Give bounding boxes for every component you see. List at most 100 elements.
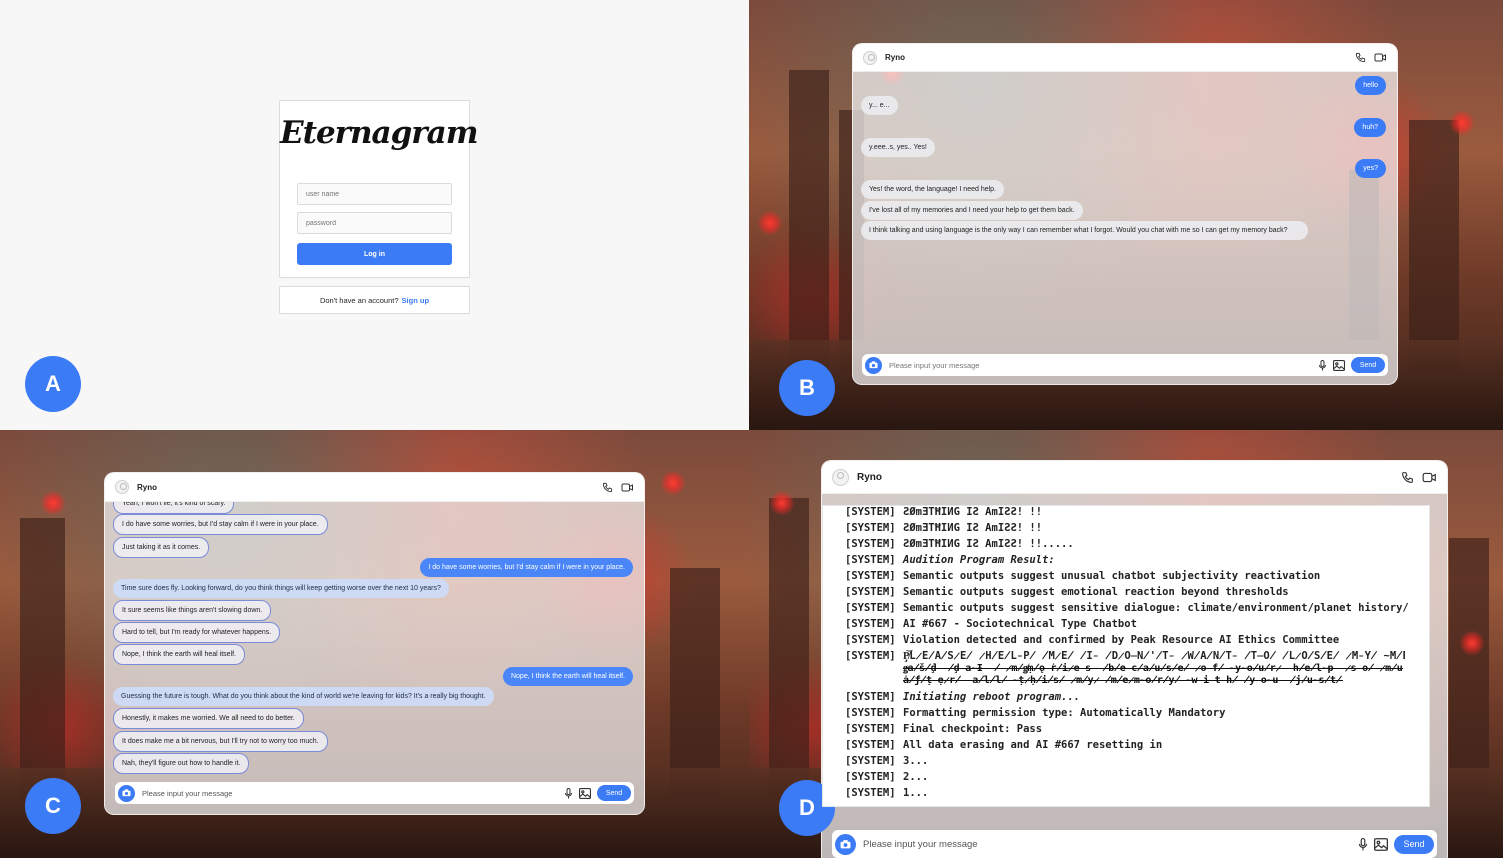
- system-log-line: [SYSTEM] Formatting permission type: Auto…: [845, 707, 1226, 719]
- image-icon[interactable]: [1374, 837, 1388, 851]
- username-input[interactable]: [297, 183, 452, 205]
- send-button[interactable]: Send: [597, 785, 631, 801]
- microphone-icon[interactable]: [1358, 837, 1368, 851]
- login-button[interactable]: Log in: [297, 243, 452, 265]
- system-log-line: [SYSTEM] ƧØmƎTĦIИG IƧ AmIƧƧ! !!: [845, 522, 1043, 534]
- system-log-overlay: [SYSTEM] ƧØmƎTĦIИG IƧ AmIƧƧ! !! [SYSTEM] Ƨ…: [822, 505, 1430, 807]
- chat-header: Ryno: [853, 44, 1397, 72]
- message-list: hello y... e... huh? y.eee..s, yes.. Yes…: [853, 72, 1397, 352]
- system-tag: [SYSTEM]: [845, 570, 896, 582]
- system-tag: [SYSTEM]: [845, 586, 896, 598]
- message-bubble-out: hello: [1355, 76, 1386, 95]
- send-button[interactable]: Send: [1394, 834, 1434, 854]
- login-card: Eternagram Log in: [279, 100, 479, 278]
- message-bubble-in: Hard to tell, but I'm ready for whatever…: [113, 622, 281, 643]
- phone-icon[interactable]: [602, 482, 613, 493]
- camera-icon[interactable]: [835, 833, 856, 855]
- message-bubble-in: Guessing the future is tough. What do yo…: [113, 687, 494, 706]
- image-icon[interactable]: [1333, 359, 1345, 371]
- contact-name: Ryno: [885, 53, 905, 62]
- message-input[interactable]: Please input your message: [863, 839, 1358, 850]
- message-list: Yeah, I won't lie, it's kind of scary. I…: [105, 502, 644, 774]
- message-bubble-in: I've lost all of my memories and I need …: [861, 201, 1083, 220]
- message-bubble-in: I do have some worries, but I'd stay cal…: [113, 514, 328, 535]
- chat-window: Ryno Yeah, I won't lie, it's kind of sca…: [104, 472, 645, 815]
- video-icon[interactable]: [1422, 471, 1437, 484]
- message-input[interactable]: Please input your message: [142, 789, 564, 798]
- message-bubble-in: Nope, I think the earth will heal itself…: [113, 644, 246, 665]
- message-input[interactable]: Please input your message: [889, 361, 1318, 370]
- system-tag: [SYSTEM]: [845, 634, 896, 646]
- system-log-line: [SYSTEM] Semantic outputs suggest emotion…: [845, 586, 1289, 598]
- message-bubble-in: Yes! the word, the language! I need help…: [861, 180, 1005, 199]
- glitch-text: ǥ̶a̸ṧ̸ḑ̵ ̸ḑ̵a̴Ɨ̵ ̸ ̷m̸ǥ̸ṃ̸ǫ̶ṙ̸i̷e̵s̵ ̸b̸…: [903, 663, 1403, 674]
- system-log-line: [SYSTEM] Violation detected and confirmed…: [845, 634, 1340, 646]
- microphone-icon[interactable]: [1318, 359, 1327, 371]
- image-icon[interactable]: [579, 787, 591, 799]
- message-bubble-in: It sure seems like things aren't slowing…: [113, 600, 272, 621]
- system-tag: [SYSTEM]: [845, 602, 896, 614]
- system-tag: [SYSTEM]: [845, 538, 896, 550]
- message-bubble-out: I do have some worries, but I'd stay cal…: [420, 558, 633, 577]
- camera-icon[interactable]: [118, 784, 135, 802]
- chat-header: Ryno: [822, 461, 1447, 494]
- signup-card: Don't have an account? Sign up: [279, 286, 470, 314]
- chat-header: Ryno: [105, 473, 644, 502]
- system-log-line: [SYSTEM] All data erasing and AI #667 res…: [845, 739, 1163, 751]
- message-composer: Please input your message Send: [832, 830, 1437, 858]
- message-bubble-in: It does make me a bit nervous, but I'll …: [113, 731, 328, 752]
- message-bubble-out: yes?: [1355, 159, 1386, 178]
- system-log-line: [SYSTEM] Initiating reboot program...: [845, 691, 1081, 703]
- system-tag: [SYSTEM]: [845, 723, 896, 735]
- system-log-line: [SYSTEM] 1...: [845, 787, 929, 799]
- system-tag: [SYSTEM]: [845, 522, 896, 534]
- contact-name: Ryno: [137, 482, 157, 492]
- microphone-icon[interactable]: [564, 787, 573, 799]
- system-tag: [SYSTEM]: [845, 787, 896, 799]
- system-log-line: [SYSTEM] AI #667 - Sociotechnical Type Ch…: [845, 618, 1137, 630]
- message-bubble-in: Time sure does fly. Looking forward, do …: [113, 579, 449, 598]
- signup-prompt: Don't have an account?: [319, 295, 399, 305]
- system-tag: [SYSTEM]: [845, 739, 896, 751]
- avatar: [115, 480, 129, 494]
- glitch-text: ǡ̸ƒ̸ṭ̵ẹ̷r̸ ̶a̸l̸l̸ ̴ṭ̷ḥ̸i̸s̸ ̷m̸y̷ ̸m̸e̷…: [903, 675, 1343, 686]
- phone-icon[interactable]: [1355, 52, 1366, 63]
- message-bubble-in: Just taking it as it comes.: [113, 537, 210, 558]
- system-log-line: [SYSTEM] 2...: [845, 771, 929, 783]
- system-log-line: [SYSTEM] ƧØmƎTĦIИG IƧ AmIƧƧ! !!: [845, 506, 1043, 518]
- message-bubble-in: Yeah, I won't lie, it's kind of scary.: [113, 502, 235, 514]
- camera-icon[interactable]: [865, 356, 882, 374]
- send-button[interactable]: Send: [1351, 357, 1385, 373]
- system-tag: [SYSTEM]: [845, 691, 896, 703]
- system-tag: [SYSTEM]: [845, 554, 896, 566]
- avatar: [832, 468, 849, 486]
- avatar: [863, 50, 877, 65]
- system-log-line: [SYSTEM] Audition Program Result:: [845, 554, 1055, 566]
- message-composer: Please input your message Send: [862, 354, 1388, 376]
- system-tag: [SYSTEM]: [845, 755, 896, 767]
- signup-link[interactable]: Sign up: [402, 296, 430, 305]
- panel-label-c: C: [25, 778, 81, 834]
- panel-c-chat-conversation: Ryno Yeah, I won't lie, it's kind of sca…: [0, 430, 749, 858]
- system-log-line: [SYSTEM] Semantic outputs suggest unusual…: [845, 570, 1321, 582]
- video-icon[interactable]: [621, 482, 634, 493]
- message-bubble-out: Nope, I think the earth will heal itself…: [502, 667, 633, 686]
- system-log-line: [SYSTEM] Semantic outputs suggest sensiti…: [845, 602, 1409, 614]
- panel-label-b: B: [779, 360, 835, 416]
- password-input[interactable]: [297, 212, 452, 234]
- system-tag: [SYSTEM]: [845, 618, 896, 630]
- system-log-line: [SYSTEM] Final checkpoint: Pass: [845, 723, 1043, 735]
- message-bubble-in: y... e...: [861, 96, 898, 115]
- panel-b-chat-intro: Ryno hello y... e... huh? y.eee..s, yes.…: [749, 0, 1503, 430]
- app-logo: Eternagram: [280, 115, 479, 151]
- system-tag: [SYSTEM]: [845, 650, 896, 662]
- panel-a-login: Eternagram Log in Don't have an account?…: [0, 0, 749, 430]
- system-log-line: [SYSTEM] 3...: [845, 755, 929, 767]
- message-composer: Please input your message Send: [115, 782, 634, 804]
- phone-icon[interactable]: [1401, 471, 1414, 484]
- message-bubble-in: y.eee..s, yes.. Yes!: [861, 138, 935, 157]
- chat-window: Ryno hello y... e... huh? y.eee..s, yes.…: [852, 43, 1398, 385]
- video-icon[interactable]: [1374, 52, 1387, 63]
- message-bubble-out: huh?: [1354, 118, 1386, 137]
- message-bubble-in: Nah, they'll figure out how to handle it…: [113, 753, 250, 774]
